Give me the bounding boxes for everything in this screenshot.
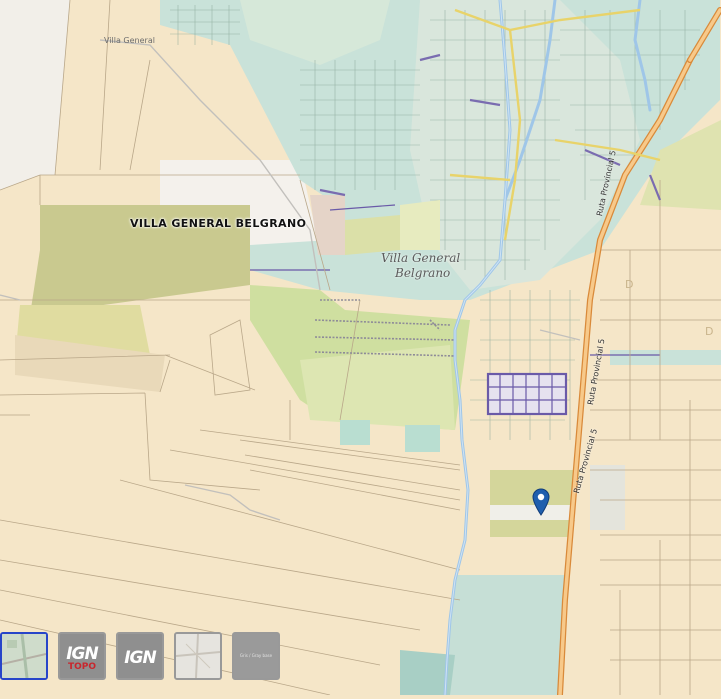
map-canvas[interactable]: D D Villa General VILLA GENERAL BELGRANO…	[0, 0, 721, 698]
layer-street-light-button[interactable]	[174, 632, 222, 680]
layer-ign-button[interactable]: IGN	[116, 632, 164, 680]
ign-topo-sublabel: TOPO	[67, 662, 97, 672]
street-map-thumbnail-icon	[176, 634, 220, 678]
road-letter-1: D	[625, 278, 633, 291]
ign-logo-label: IGN	[124, 648, 157, 668]
satellite-thumbnail-icon	[2, 634, 46, 678]
road-letter-2: D	[705, 325, 713, 338]
map-tiles: D D	[0, 0, 721, 698]
map-pin-icon[interactable]	[531, 488, 551, 516]
ign-topo-logo-label: IGN	[66, 644, 99, 664]
layer-ign-topo-button[interactable]: IGN TOPO	[58, 632, 106, 680]
layer-gray-button[interactable]: Gris / Gray base	[232, 632, 280, 680]
layer-satellite-button[interactable]	[0, 632, 48, 680]
layer-switcher: IGN TOPO IGN Gris / Gray base	[0, 632, 280, 684]
gray-layer-label: Gris / Gray base	[239, 653, 273, 658]
